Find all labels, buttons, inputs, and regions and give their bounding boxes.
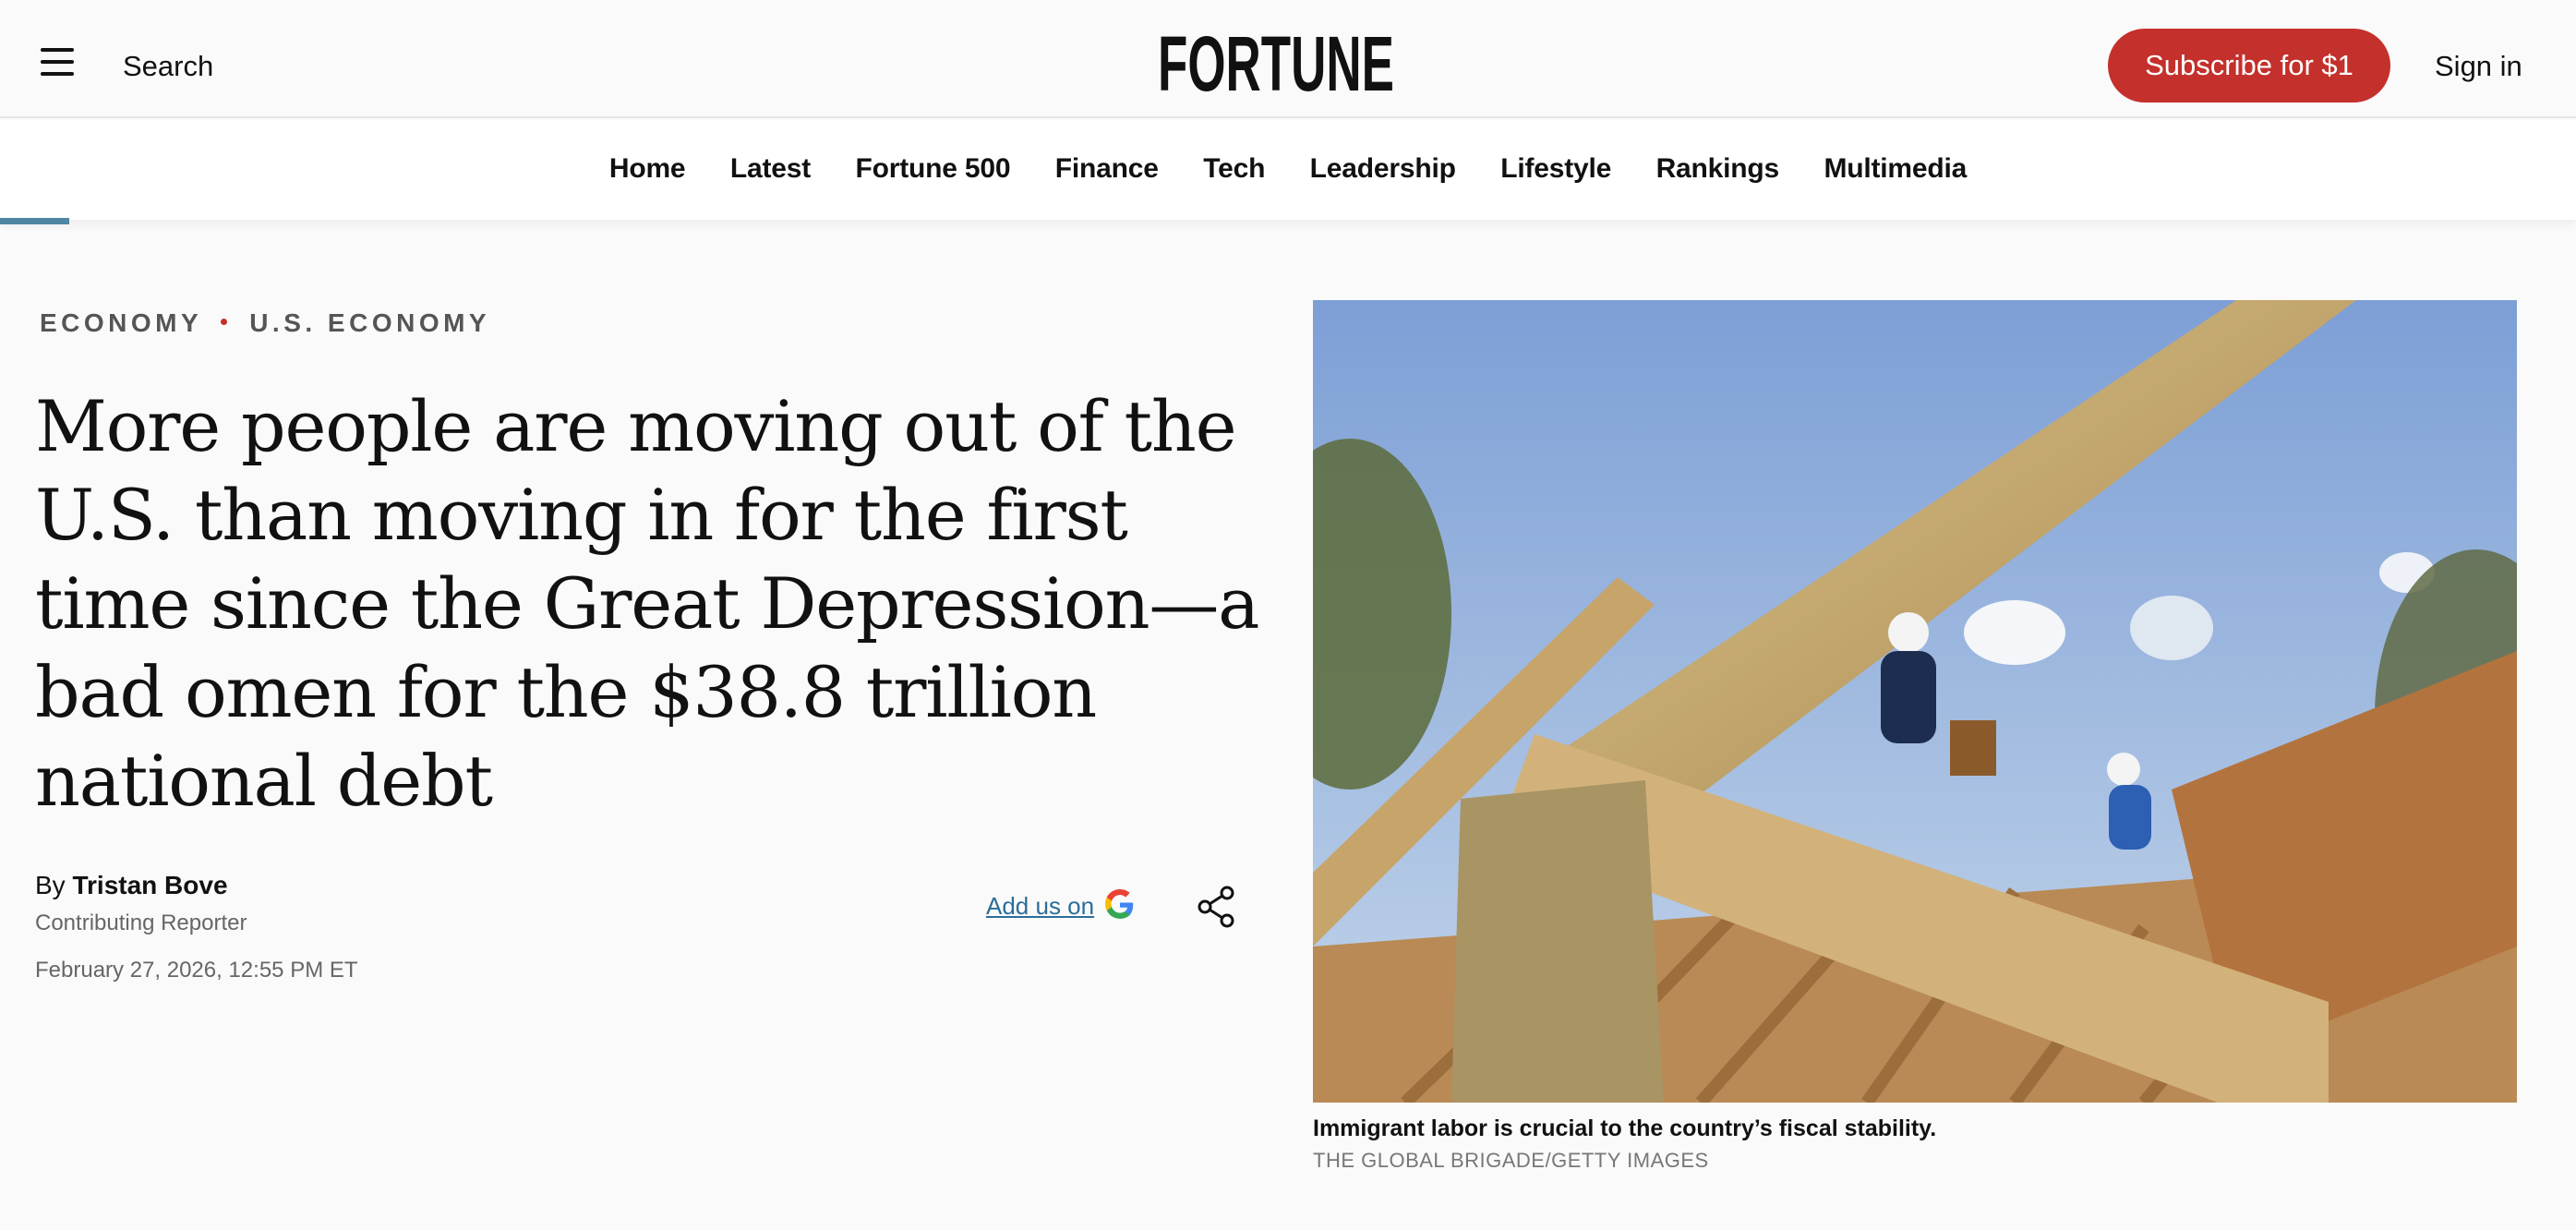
section-nav: Home Latest Fortune 500 Finance Tech Lea… [0,120,2576,220]
nav-item-lifestyle[interactable]: Lifestyle [1500,153,1611,185]
nav-item-multimedia[interactable]: Multimedia [1824,153,1967,185]
byline-prefix: By [35,871,66,899]
article-headline: More people are moving out of the U.S. t… [35,385,1259,822]
google-g-icon[interactable] [1104,889,1136,921]
hamburger-menu-icon[interactable] [41,48,74,78]
author-role: Contributing Reporter [35,910,247,935]
byline: By Tristan Bove [35,871,228,900]
subcategory-link[interactable]: U.S. ECONOMY [249,308,490,337]
image-credit: THE GLOBAL BRIGADE/GETTY IMAGES [1313,1149,1709,1172]
nav-item-rankings[interactable]: Rankings [1656,153,1780,185]
construction-photo [1313,300,2517,1103]
separator-dot [221,319,228,326]
search-link[interactable]: Search [123,48,213,85]
sign-in-link[interactable]: Sign in [2435,48,2522,85]
image-caption: Immigrant labor is crucial to the countr… [1313,1115,1937,1141]
share-icon[interactable] [1197,885,1237,929]
category-link[interactable]: ECONOMY [40,308,202,337]
article-breadcrumb: ECONOMY U.S. ECONOMY [40,308,490,338]
add-us-on-google-link[interactable]: Add us on [986,892,1094,921]
site-header: Search FORTUNE Subscribe for $1 Sign in [0,0,2576,118]
fortune-logo[interactable]: FORTUNE [1156,28,1396,98]
nav-item-finance[interactable]: Finance [1055,153,1159,185]
nav-item-home[interactable]: Home [609,153,686,185]
publish-date: February 27, 2026, 12:55 PM ET [35,958,358,983]
reading-progress-bar [0,218,70,224]
nav-item-fortune-500[interactable]: Fortune 500 [856,153,1011,185]
nav-item-tech[interactable]: Tech [1203,153,1265,185]
nav-list: Home Latest Fortune 500 Finance Tech Lea… [0,153,2576,185]
author-name-link[interactable]: Tristan Bove [72,871,227,899]
subscribe-button[interactable]: Subscribe for $1 [2108,29,2390,102]
nav-item-latest[interactable]: Latest [730,153,811,185]
hero-image [1313,300,2517,1103]
logo-text: FORTUNE [1158,28,1394,98]
nav-item-leadership[interactable]: Leadership [1310,153,1456,185]
